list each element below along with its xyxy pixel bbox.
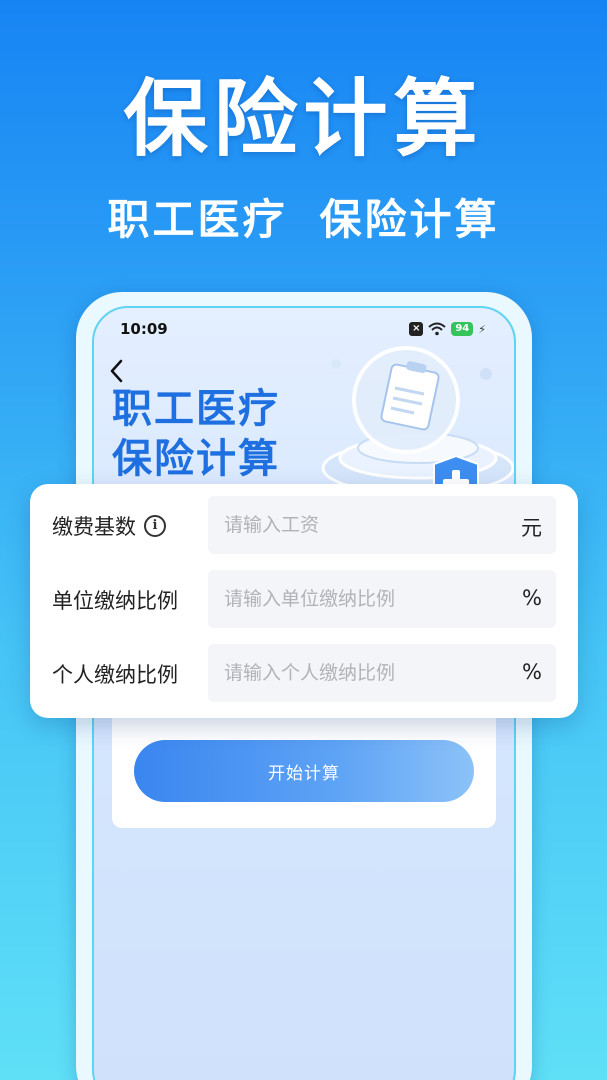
promo-subtitle-left: 职工医疗 [107, 195, 288, 244]
form-card: 缴费基数 i 元 单位缴纳比例 % 个人缴纳比例 % [30, 484, 578, 718]
unit-percent-2: % [522, 660, 542, 684]
personal-ratio-input-box[interactable]: % [208, 644, 556, 702]
calc-panel: 开始计算 [112, 718, 496, 828]
promo-subtitle: 职工医疗 保险计算 [0, 186, 607, 247]
salary-input[interactable] [224, 496, 494, 554]
unit-ratio-input-box[interactable]: % [208, 570, 556, 628]
form-label-base-text: 缴费基数 [52, 515, 136, 539]
status-time: 10:09 [120, 320, 168, 338]
personal-ratio-input[interactable] [224, 644, 494, 702]
form-label-base: 缴费基数 i [52, 511, 166, 541]
unit-ratio-input[interactable] [224, 570, 494, 628]
promo-title: 保险计算 [123, 70, 484, 168]
form-row-personal-ratio: 个人缴纳比例 % [30, 644, 578, 702]
hero-title-line2: 保险计算 [112, 436, 280, 482]
unit-percent-1: % [522, 586, 542, 610]
back-icon[interactable] [108, 358, 126, 384]
hero-title: 职工医疗 保险计算 [112, 384, 280, 484]
start-calculate-button[interactable]: 开始计算 [134, 740, 474, 802]
form-label-personal-ratio: 个人缴纳比例 [52, 663, 178, 687]
form-row-unit-ratio: 单位缴纳比例 % [30, 570, 578, 628]
unit-yuan: 元 [521, 516, 542, 540]
promo-subtitle-right: 保险计算 [319, 195, 500, 244]
form-row-base: 缴费基数 i 元 [30, 496, 578, 554]
hero-title-line1: 职工医疗 [112, 386, 280, 432]
salary-input-box[interactable]: 元 [208, 496, 556, 554]
info-icon[interactable]: i [144, 515, 166, 537]
form-label-unit-ratio: 单位缴纳比例 [52, 589, 178, 613]
